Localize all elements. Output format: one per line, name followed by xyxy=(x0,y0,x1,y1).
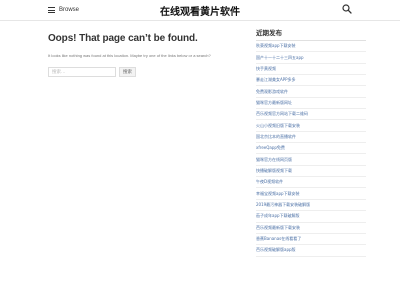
search-icon[interactable] xyxy=(342,4,352,14)
post-link[interactable]: 芭乐视频最新版下载安装 xyxy=(256,225,300,231)
search-input[interactable] xyxy=(48,67,116,77)
list-item: 秋葵视频app下载安装 xyxy=(256,41,366,53)
page-title: Oops! That page can’t be found. xyxy=(48,33,198,44)
post-link[interactable]: xfreeQapp免费 xyxy=(256,145,285,151)
list-item: 芭乐视频最新版下载安装 xyxy=(256,223,366,234)
post-link[interactable]: 国产十一十二十三四五app xyxy=(256,55,304,61)
sidebar: 近期发布 秋葵视频app下载安装 国产十一十二十三四五app 快手黄视频 暴走江… xyxy=(256,27,366,257)
post-link[interactable]: 幸福宝视频app下载安装 xyxy=(256,191,300,197)
list-item: 猫咪官方最新版网址 xyxy=(256,98,366,110)
list-item: 猫咪官方在线网页版 xyxy=(256,154,366,166)
post-link[interactable]: 午夜D视频软件 xyxy=(256,179,283,185)
post-link[interactable]: 猫咪官方最新版网址 xyxy=(256,100,292,106)
list-item: 2019最污神器下载安装破解版 xyxy=(256,200,366,212)
site-header: Browse 在线观看黄片软件 xyxy=(0,0,400,21)
list-item: 暴走江湖美女APP多多 xyxy=(256,75,366,87)
search-button[interactable]: 搜索 xyxy=(119,67,136,77)
post-link[interactable]: 暴走江湖美女APP多多 xyxy=(256,77,296,83)
post-link[interactable]: 猫咪官方在线网页版 xyxy=(256,157,292,163)
list-item: 国北京比本的直播软件 xyxy=(256,132,366,144)
post-link[interactable]: 国北京比本的直播软件 xyxy=(256,134,296,140)
site-title[interactable]: 在线观看黄片软件 xyxy=(0,3,400,18)
post-link[interactable]: 快手黄视频 xyxy=(256,66,276,72)
list-item: 幸福宝视频app下载安装 xyxy=(256,188,366,200)
post-link[interactable]: 芭乐视频破解版app版 xyxy=(256,247,296,253)
recent-posts-list: 秋葵视频app下载安装 国产十一十二十三四五app 快手黄视频 暴走江湖美女AP… xyxy=(256,41,366,257)
list-item: 快播破解版视频下载 xyxy=(256,166,366,178)
main-content: Oops! That page can’t be found. It looks… xyxy=(48,33,238,77)
list-item: 午夜D视频软件 xyxy=(256,177,366,189)
post-link[interactable]: 火山小视频旧版下载安装 xyxy=(256,123,300,129)
list-item: 免费观影游戏软件 xyxy=(256,86,366,98)
post-link[interactable]: 免费观影游戏软件 xyxy=(256,89,288,95)
recent-posts-title: 近期发布 xyxy=(256,27,366,41)
list-item: 快手黄视频 xyxy=(256,64,366,76)
list-item: xfreeQapp免费 xyxy=(256,143,366,155)
list-item: 芭乐视频官方网站下载二维码 xyxy=(256,109,366,121)
list-item: 香蕉Bananas在线看看了 xyxy=(256,234,366,246)
not-found-message: It looks like nothing was found at this … xyxy=(48,53,211,58)
search-form: 搜索 xyxy=(48,67,238,77)
list-item: 国产十一十二十三四五app xyxy=(256,52,366,64)
list-item: 茄子成年app下载破解版 xyxy=(256,211,366,223)
post-link[interactable]: 茄子成年app下载破解版 xyxy=(256,213,300,219)
post-link[interactable]: 秋葵视频app下载安装 xyxy=(256,43,296,49)
post-link[interactable]: 快播破解版视频下载 xyxy=(256,168,292,174)
list-item: 火山小视频旧版下载安装 xyxy=(256,120,366,132)
post-link[interactable]: 香蕉Bananas在线看看了 xyxy=(256,236,301,242)
post-link[interactable]: 芭乐视频官方网站下载二维码 xyxy=(256,111,308,117)
post-link[interactable]: 2019最污神器下载安装破解版 xyxy=(256,202,310,208)
list-item: 芭乐视频破解版app版 xyxy=(256,245,366,257)
